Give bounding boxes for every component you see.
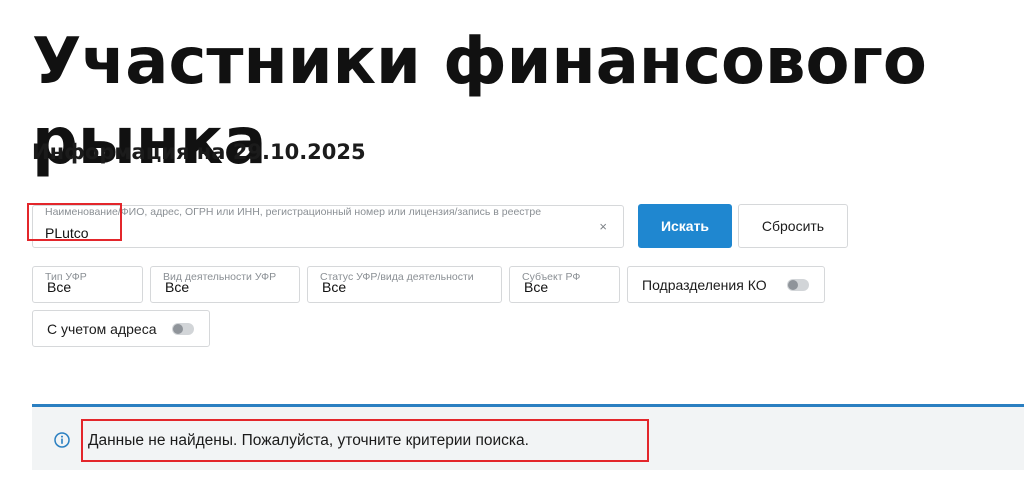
ko-divisions-switch[interactable] bbox=[787, 279, 809, 291]
filter-activity-type[interactable]: Вид деятельности УФР Все bbox=[150, 266, 300, 303]
filter-ufr-type-value: Все bbox=[47, 279, 72, 295]
with-address-toggle[interactable]: С учетом адреса bbox=[32, 310, 210, 347]
ko-divisions-label: Подразделения КО bbox=[642, 276, 767, 293]
with-address-switch[interactable] bbox=[172, 323, 194, 335]
clear-search-icon[interactable]: × bbox=[599, 219, 607, 234]
no-results-alert: Данные не найдены. Пожалуйста, уточните … bbox=[32, 404, 1024, 470]
filter-ufr-type[interactable]: Тип УФР Все bbox=[32, 266, 143, 303]
filter-status[interactable]: Статус УФР/вида деятельности Все bbox=[307, 266, 502, 303]
filter-region-value: Все bbox=[524, 279, 549, 295]
search-field[interactable]: Наименование/ФИО, адрес, ОГРН или ИНН, р… bbox=[32, 205, 624, 248]
ko-divisions-toggle[interactable]: Подразделения КО bbox=[627, 266, 825, 303]
info-date-heading: Информация на 29.10.2025 bbox=[32, 140, 366, 164]
no-results-message: Данные не найдены. Пожалуйста, уточните … bbox=[88, 432, 529, 449]
search-input[interactable] bbox=[45, 225, 585, 241]
with-address-label: С учетом адреса bbox=[47, 320, 157, 337]
search-field-label: Наименование/ФИО, адрес, ОГРН или ИНН, р… bbox=[45, 206, 542, 218]
reset-button[interactable]: Сбросить bbox=[738, 204, 848, 248]
filter-status-value: Все bbox=[322, 279, 347, 295]
search-button[interactable]: Искать bbox=[638, 204, 732, 248]
filter-region[interactable]: Субъект РФ Все bbox=[509, 266, 620, 303]
filter-activity-type-value: Все bbox=[165, 279, 190, 295]
info-icon bbox=[54, 432, 70, 448]
